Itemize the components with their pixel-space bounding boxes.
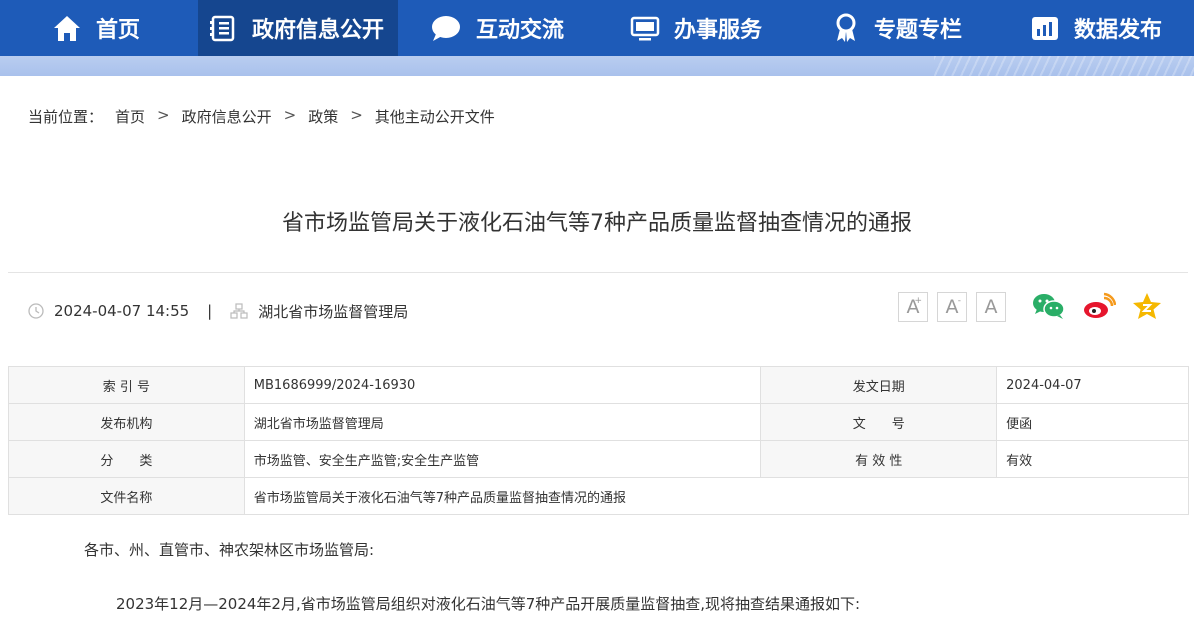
breadcrumb-other-docs-link[interactable]: 其他主动公开文件 <box>375 106 495 127</box>
breadcrumb-policy-link[interactable]: 政策 <box>308 106 338 127</box>
nav-item-topics[interactable]: 专题专栏 <box>832 0 962 56</box>
top-navigation: 首页 政府信息公开 互动交流 办事服务 专题专栏 数据发布 <box>0 0 1194 56</box>
breadcrumb-government-info-link[interactable]: 政府信息公开 <box>182 106 272 127</box>
font-decrease-label: A <box>945 296 959 318</box>
breadcrumb-separator: > <box>350 106 363 124</box>
validity-value: 有效 <box>996 440 1189 478</box>
breadcrumb-separator: > <box>283 106 297 124</box>
issuer-value: 湖北省市场监督管理局 <box>243 403 762 441</box>
body-paragraph: 2023年12月—2024年2月,省市场监管局组织对液化石油气等7种产品开展质量… <box>116 595 861 613</box>
plus-sign: + <box>914 296 922 306</box>
monitor-icon <box>630 16 660 41</box>
breadcrumb-home-link[interactable]: 首页 <box>115 106 145 127</box>
favorite-star-icon <box>1133 293 1161 319</box>
font-size-controls: A + A- A <box>898 292 1006 322</box>
home-icon <box>54 16 80 41</box>
issue-date-label: 发文日期 <box>760 366 998 404</box>
meta-divider: | <box>207 302 213 320</box>
category-value: 市场监管、安全生产监管;安全生产监管 <box>243 440 762 478</box>
issuer-label: 发布机构 <box>8 403 245 441</box>
document-number-value: 便函 <box>996 403 1189 441</box>
nav-label-data: 数据发布 <box>1074 18 1163 43</box>
letter-salutation: 各市、州、直管市、神农架林区市场监管局: <box>84 541 375 559</box>
wechat-share-button[interactable] <box>1032 292 1066 320</box>
nav-item-services[interactable]: 办事服务 <box>630 0 762 56</box>
validity-label: 有 效 性 <box>760 440 998 478</box>
nav-label-home: 首页 <box>96 18 141 43</box>
breadcrumb: 当前位置： 首页 > 政府信息公开 > 政策 > 其他主动公开文件 <box>28 106 495 127</box>
nav-item-government-info[interactable]: 政府信息公开 <box>198 0 398 56</box>
weibo-share-button[interactable] <box>1082 292 1116 320</box>
font-reset-label: A <box>984 296 998 318</box>
wechat-icon <box>1033 294 1065 319</box>
clock-icon <box>28 303 44 319</box>
publisher-name: 湖北省市场监督管理局 <box>258 302 409 321</box>
breadcrumb-separator: > <box>157 106 170 124</box>
nav-label-government-info: 政府信息公开 <box>252 18 385 43</box>
issue-date-value: 2024-04-07 <box>996 366 1189 404</box>
minus-sign: - <box>957 296 961 306</box>
index-number-label: 索 引 号 <box>8 366 245 404</box>
document-number-label: 文 号 <box>760 403 998 441</box>
nav-label-services: 办事服务 <box>674 18 763 43</box>
font-decrease-button[interactable]: A- <box>937 292 967 322</box>
nav-label-topics: 专题专栏 <box>874 18 963 43</box>
document-icon <box>210 15 235 42</box>
weibo-icon <box>1084 292 1116 318</box>
article-meta: 2024-04-07 14:55 | 湖北省市场监督管理局 <box>28 299 408 323</box>
share-buttons <box>1032 292 1162 320</box>
table-row: 索 引 号 MB1686999/2024-16930 发文日期 2024-04-… <box>8 366 1189 404</box>
nav-item-data[interactable]: 数据发布 <box>1030 0 1162 56</box>
category-label: 分 类 <box>8 440 245 478</box>
title-divider <box>8 272 1188 273</box>
table-row: 发布机构 湖北省市场监督管理局 文 号 便函 <box>8 403 1189 441</box>
nav-label-interaction: 互动交流 <box>476 18 565 43</box>
table-row: 文件名称 省市场监管局关于液化石油气等7种产品质量监督抽查情况的通报 <box>8 477 1190 515</box>
breadcrumb-prefix: 当前位置： <box>28 108 104 126</box>
article-title: 省市场监管局关于液化石油气等7种产品质量监督抽查情况的通报 <box>282 211 912 236</box>
organization-icon <box>230 303 248 319</box>
favorite-share-button[interactable] <box>1132 292 1162 320</box>
publish-datetime: 2024-04-07 14:55 <box>54 302 190 320</box>
table-row: 分 类 市场监管、安全生产监管;安全生产监管 有 效 性 有效 <box>8 440 1189 478</box>
nav-item-interaction[interactable]: 互动交流 <box>430 0 564 56</box>
file-name-label: 文件名称 <box>8 477 245 515</box>
bar-chart-icon <box>1032 17 1058 40</box>
header-decorative-stripe <box>0 56 1194 76</box>
document-info-table: 索 引 号 MB1686999/2024-16930 发文日期 2024-04-… <box>8 366 1190 515</box>
font-increase-button[interactable]: A + <box>898 292 928 322</box>
award-icon <box>836 13 856 42</box>
file-name-value: 省市场监管局关于液化石油气等7种产品质量监督抽查情况的通报 <box>243 477 1190 515</box>
font-reset-button[interactable]: A <box>976 292 1006 322</box>
chat-bubble-icon <box>432 16 460 41</box>
index-number-value: MB1686999/2024-16930 <box>243 366 762 404</box>
nav-item-home[interactable]: 首页 <box>52 0 140 56</box>
